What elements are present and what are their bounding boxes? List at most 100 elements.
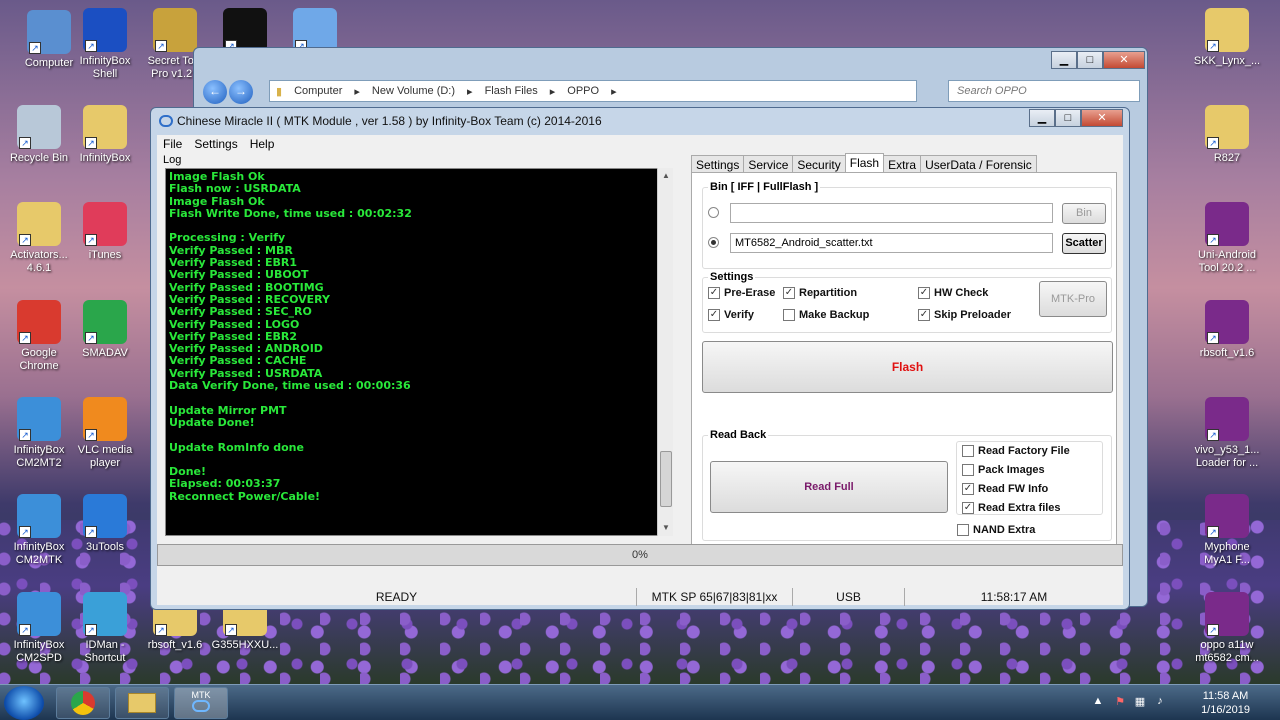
tab-userdata-forensic[interactable]: UserData / Forensic: [920, 155, 1037, 172]
scroll-down-icon[interactable]: ▼: [658, 520, 674, 536]
checkbox-checked-icon: ✓: [918, 309, 930, 321]
desktop-icon[interactable]: ↗ oppo a11w mt6582 cm...: [1188, 592, 1266, 665]
minimize-button[interactable]: ▁: [1051, 51, 1077, 69]
breadcrumb-oppo[interactable]: OPPO: [561, 85, 605, 97]
read-factory-file-label: Read Factory File: [978, 445, 1070, 457]
window-controls: ▁ □ ✕: [1029, 109, 1123, 127]
maximize-button[interactable]: □: [1077, 51, 1103, 69]
log-output[interactable]: Image Flash Ok Flash now : USRDATA Image F…: [165, 168, 673, 536]
scatter-button[interactable]: Scatter: [1062, 233, 1106, 254]
desktop-icon[interactable]: ↗ InfinityBox: [66, 105, 144, 165]
shortcut-icon: ↗: [17, 202, 61, 246]
tray-volume-icon[interactable]: ♪: [1152, 695, 1168, 711]
desktop-icon[interactable]: ↗ InfinityBox Shell: [66, 8, 144, 81]
shortcut-arrow-icon: ↗: [85, 137, 97, 149]
menu-file[interactable]: File: [157, 135, 188, 153]
log-scrollbar[interactable]: ▲ ▼: [657, 168, 673, 536]
back-button[interactable]: ←: [203, 80, 227, 104]
desktop-icon-label: InfinityBox Shell: [79, 55, 131, 80]
close-button[interactable]: ✕: [1081, 109, 1123, 127]
hw-check-checkbox[interactable]: ✓ HW Check: [918, 287, 988, 299]
shortcut-icon: ↗: [17, 592, 61, 636]
shortcut-icon: ↗: [27, 10, 71, 54]
tray-up-arrow-icon[interactable]: ▲: [1090, 695, 1106, 711]
shortcut-icon: ↗: [17, 494, 61, 538]
verify-checkbox[interactable]: ✓ Verify: [708, 309, 754, 321]
shortcut-arrow-icon: ↗: [19, 526, 31, 538]
start-button[interactable]: [4, 686, 44, 720]
repartition-checkbox[interactable]: ✓ Repartition: [783, 287, 857, 299]
cm2-main-window[interactable]: Chinese Miracle II ( MTK Module , ver 1.…: [150, 107, 1130, 610]
shortcut-icon: ↗: [1205, 202, 1249, 246]
shortcut-icon: ↗: [17, 105, 61, 149]
desktop-icon[interactable]: ↗ vivo_y53_1... Loader for ...: [1188, 397, 1266, 470]
desktop-icon[interactable]: ↗ Myphone MyA1 F...: [1188, 494, 1266, 567]
tray-network-icon[interactable]: ▦: [1132, 695, 1148, 711]
shortcut-arrow-icon: ↗: [225, 624, 237, 636]
shortcut-icon: ↗: [1205, 105, 1249, 149]
tray-flag-icon[interactable]: ⚑: [1112, 695, 1128, 711]
taskbar-chrome[interactable]: [56, 687, 110, 719]
desktop-icon-label: R827: [1213, 152, 1241, 164]
menu-settings[interactable]: Settings: [188, 135, 243, 153]
breadcrumb-flash-files[interactable]: Flash Files: [479, 85, 544, 97]
bin-radio[interactable]: [708, 207, 719, 218]
window-title: Chinese Miracle II ( MTK Module , ver 1.…: [177, 114, 602, 128]
read-fw-info-checkbox[interactable]: ✓ Read FW Info: [962, 483, 1048, 495]
tab-settings[interactable]: Settings: [691, 155, 745, 172]
pre-erase-checkbox[interactable]: ✓ Pre-Erase: [708, 287, 775, 299]
desktop-icon-label: IDMan - Shortcut: [84, 639, 126, 664]
desktop-icon[interactable]: ↗ iTunes: [66, 202, 144, 262]
taskbar-cm2[interactable]: MTK: [174, 687, 228, 719]
breadcrumb-computer[interactable]: Computer: [288, 85, 348, 97]
chrome-icon: [71, 691, 95, 715]
mtk-pro-button[interactable]: MTK-Pro: [1039, 281, 1107, 317]
shortcut-icon: ↗: [17, 300, 61, 344]
scatter-path-field[interactable]: MT6582_Android_scatter.txt: [730, 233, 1053, 253]
desktop-icon[interactable]: ↗ SKK_Lynx_...: [1188, 8, 1266, 68]
desktop-icon[interactable]: ↗ Uni-Android Tool 20.2 ...: [1188, 202, 1266, 275]
minimize-button[interactable]: ▁: [1029, 109, 1055, 127]
read-extra-files-checkbox[interactable]: ✓ Read Extra files: [962, 502, 1061, 514]
chevron-right-icon: ▸: [354, 85, 360, 98]
log-line: Update RomInfo done: [169, 440, 304, 454]
close-button[interactable]: ✕: [1103, 51, 1145, 69]
desktop-icon[interactable]: ↗ IDMan - Shortcut: [66, 592, 144, 665]
shortcut-icon: ↗: [17, 397, 61, 441]
breadcrumb-new-volume[interactable]: New Volume (D:): [366, 85, 461, 97]
shortcut-icon: ↗: [83, 105, 127, 149]
status-time: 11:58:17 AM: [980, 590, 1048, 604]
scatter-radio[interactable]: [708, 237, 719, 248]
search-input[interactable]: Search OPPO: [948, 80, 1140, 102]
bin-button[interactable]: Bin: [1062, 203, 1106, 224]
taskbar-explorer[interactable]: [115, 687, 169, 719]
scroll-thumb[interactable]: [660, 451, 672, 507]
nand-extra-checkbox[interactable]: NAND Extra: [957, 524, 1035, 536]
address-bar[interactable]: ▮ Computer ▸ New Volume (D:) ▸ Flash Files…: [269, 80, 917, 102]
flash-button[interactable]: Flash: [702, 341, 1113, 393]
bin-path-field[interactable]: [730, 203, 1053, 223]
flash-tab-panel: Bin [ IFF | FullFlash ] Bin MT6582_Andro…: [691, 172, 1117, 545]
tab-flash[interactable]: Flash: [844, 153, 885, 172]
shortcut-icon: ↗: [83, 300, 127, 344]
tab-strip: Settings Service Security Flash Extra Us…: [691, 153, 1037, 172]
tab-security[interactable]: Security: [792, 155, 846, 172]
desktop-icon[interactable]: ↗ rbsoft_v1.6: [1188, 300, 1266, 360]
tab-service[interactable]: Service: [743, 155, 794, 172]
pack-images-checkbox[interactable]: Pack Images: [962, 464, 1045, 476]
maximize-button[interactable]: □: [1055, 109, 1081, 127]
desktop-icon[interactable]: ↗ R827: [1188, 105, 1266, 165]
skip-preloader-checkbox[interactable]: ✓ Skip Preloader: [918, 309, 1011, 321]
log-label: Log: [163, 154, 182, 166]
read-full-button[interactable]: Read Full: [710, 461, 948, 513]
desktop-icon[interactable]: ↗ SMADAV: [66, 300, 144, 360]
scroll-up-icon[interactable]: ▲: [658, 168, 674, 184]
read-factory-file-checkbox[interactable]: Read Factory File: [962, 445, 1070, 457]
tab-extra[interactable]: Extra: [883, 155, 922, 172]
make-backup-checkbox[interactable]: Make Backup: [783, 309, 869, 321]
desktop-icon[interactable]: ↗ 3uTools: [66, 494, 144, 554]
taskbar-clock[interactable]: 11:58 AM 1/16/2019: [1201, 689, 1250, 717]
menu-help[interactable]: Help: [244, 135, 281, 153]
desktop-icon[interactable]: ↗ VLC media player: [66, 397, 144, 470]
forward-button[interactable]: →: [229, 80, 253, 104]
